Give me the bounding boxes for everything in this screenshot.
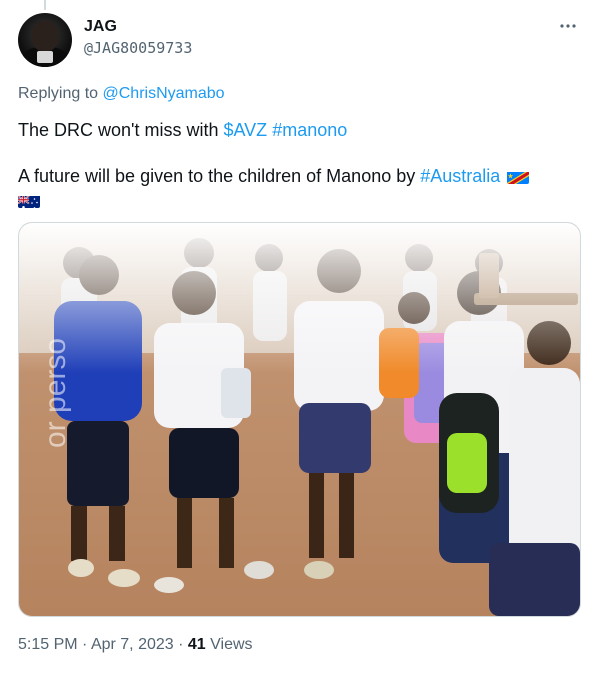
avatar-face bbox=[32, 21, 58, 51]
cashtag-link[interactable]: $AVZ bbox=[223, 120, 267, 140]
more-horizontal-icon bbox=[560, 24, 576, 28]
thread-connector-line bbox=[44, 0, 46, 10]
author-handle[interactable]: @JAG80059733 bbox=[84, 39, 192, 57]
tweet-meta: 5:15 PM · Apr 7, 2023 · 41 Views bbox=[18, 636, 253, 654]
avatar[interactable] bbox=[18, 13, 72, 67]
photo-watermark: or perso bbox=[39, 338, 72, 448]
tweet-date[interactable]: Apr 7, 2023 bbox=[91, 636, 174, 653]
avatar-emblem bbox=[37, 51, 53, 63]
tweet-header: JAG @JAG80059733 bbox=[18, 13, 580, 69]
flag-australia-icon bbox=[18, 193, 40, 208]
tweet-time[interactable]: 5:15 PM bbox=[18, 636, 78, 653]
more-options-button[interactable] bbox=[556, 17, 580, 37]
reply-prefix: Replying to bbox=[18, 85, 99, 102]
flag-drc-icon bbox=[507, 169, 530, 184]
reply-context: Replying to @ChrisNyamabo bbox=[18, 85, 225, 103]
tweet-line-1-text: The DRC won't miss with bbox=[18, 120, 224, 140]
views-label: Views bbox=[210, 636, 253, 653]
reply-mention-link[interactable]: @ChrisNyamabo bbox=[103, 85, 225, 102]
meta-separator: · bbox=[77, 636, 91, 653]
views-count: 41 bbox=[187, 636, 206, 653]
tweet-line-2-text: A future will be given to the children o… bbox=[18, 166, 421, 186]
tweet-line-1: The DRC won't miss with $AVZ #manono bbox=[18, 118, 578, 142]
meta-separator-2: · bbox=[173, 636, 188, 653]
author-name[interactable]: JAG bbox=[84, 18, 117, 36]
tweet-photo[interactable]: or perso bbox=[18, 222, 581, 617]
hashtag-australia-link[interactable]: #Australia bbox=[420, 166, 500, 186]
tweet-line-2: A future will be given to the children o… bbox=[18, 164, 578, 212]
hashtag-manono-link[interactable]: #manono bbox=[272, 120, 347, 140]
tweet-body: The DRC won't miss with $AVZ #manono A f… bbox=[18, 118, 578, 234]
schoolchildren-photo: or perso bbox=[19, 223, 580, 616]
